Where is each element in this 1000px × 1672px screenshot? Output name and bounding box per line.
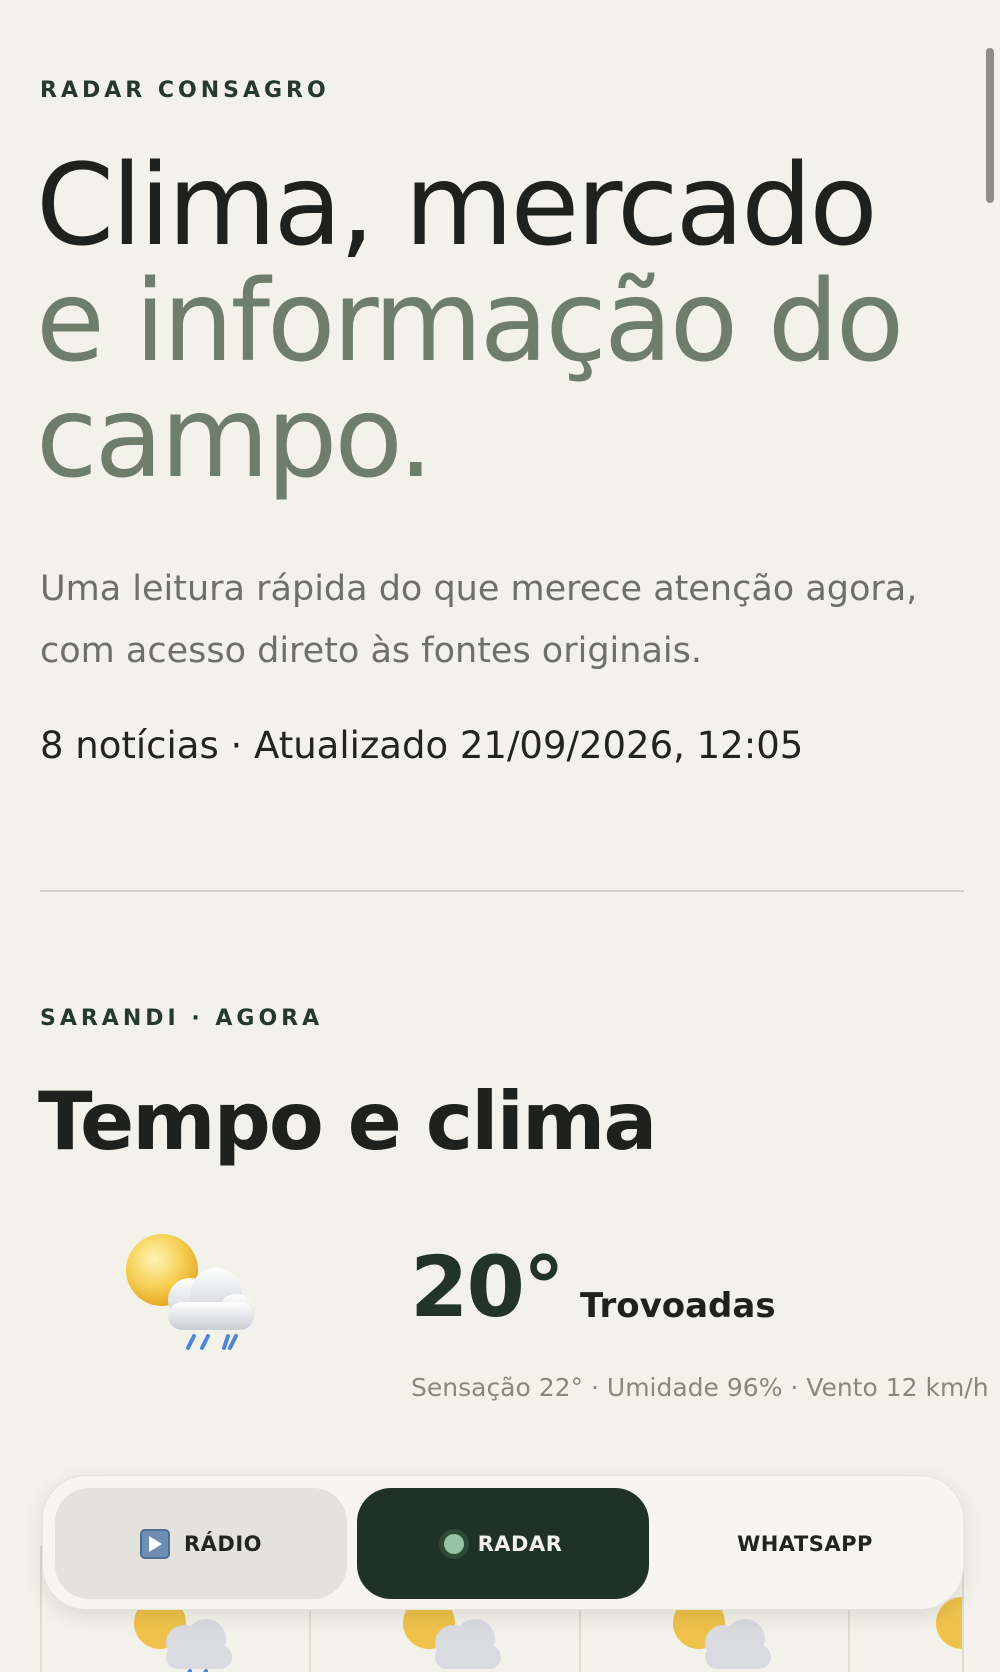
nav-whatsapp-label: WHATSAPP	[737, 1531, 873, 1556]
divider	[40, 890, 964, 892]
news-meta: 8 notícias · Atualizado 21/09/2026, 12:0…	[40, 724, 804, 767]
weather-eyebrow: SARANDI · AGORA	[40, 1006, 324, 1031]
brand-eyebrow: RADAR CONSAGRO	[40, 78, 330, 103]
hero-title-line3: campo.	[36, 373, 434, 503]
nav-radar-button[interactable]: RADAR	[357, 1488, 649, 1599]
hero-title-line2: e informação do	[36, 257, 904, 387]
sun-cloud-thunder-icon	[112, 1228, 262, 1358]
current-temperature: 20°	[410, 1238, 565, 1336]
weather-condition: Trovoadas	[580, 1286, 776, 1326]
play-icon	[139, 1528, 170, 1559]
scrollbar[interactable]	[986, 48, 994, 203]
hero-lead: Uma leitura rápida do que merece atenção…	[40, 569, 918, 671]
page: RADAR CONSAGRO Clima, mercado e informaç…	[0, 0, 1000, 1672]
nav-radio-button[interactable]: RÁDIO	[55, 1488, 347, 1599]
nav-radio-label: RÁDIO	[183, 1531, 263, 1556]
weather-section-title: Tempo e clima	[38, 1075, 657, 1168]
hero-title: Clima, mercado e informação do campo.	[36, 148, 976, 496]
nav-whatsapp-button[interactable]: WHATSAPP	[659, 1488, 951, 1599]
bottom-nav: RÁDIO RADAR WHATSAPP	[42, 1475, 964, 1610]
nav-radar-label: RADAR	[477, 1531, 563, 1556]
live-dot-icon	[443, 1533, 464, 1554]
hero-title-line1: Clima, mercado	[36, 141, 878, 271]
weather-details: Sensação 22° · Umidade 96% · Vento 12 km…	[411, 1373, 989, 1402]
